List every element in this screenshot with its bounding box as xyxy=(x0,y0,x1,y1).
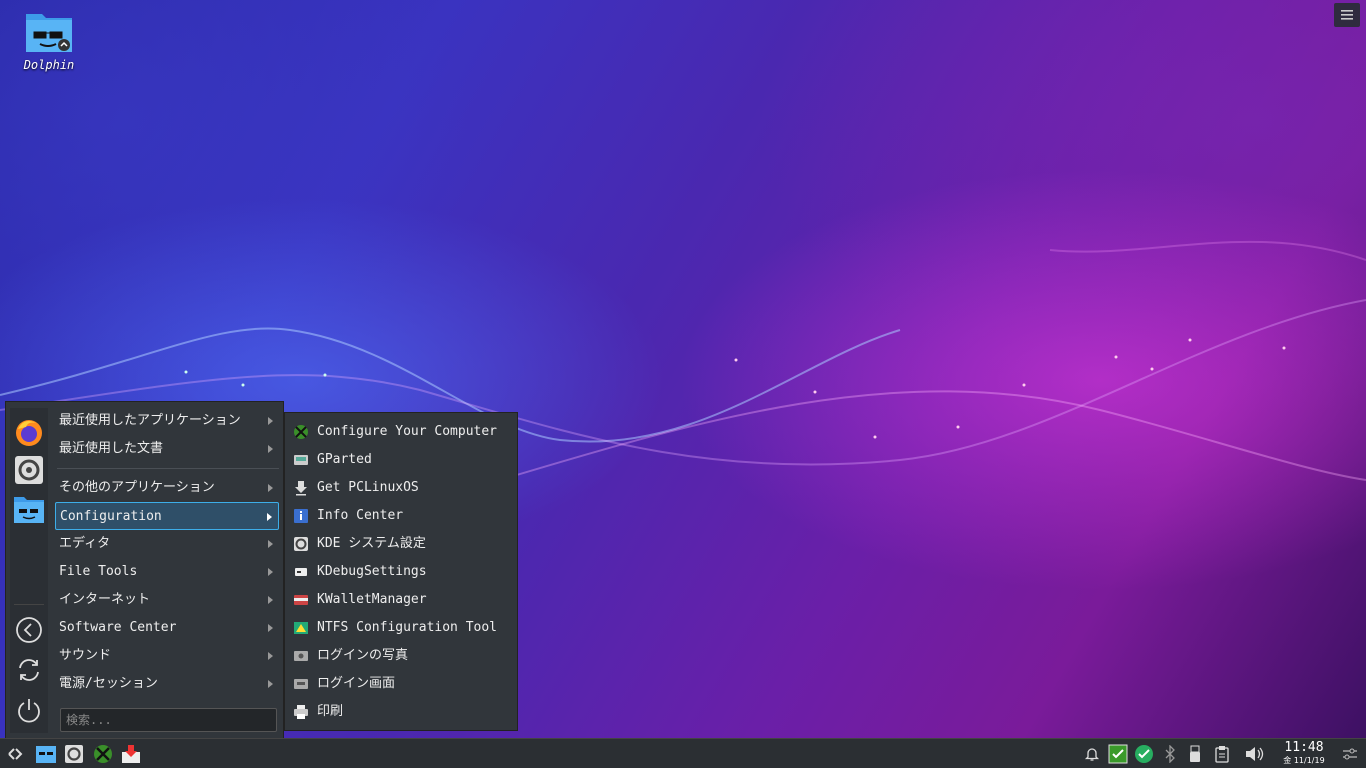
menu-item-print[interactable]: 印刷 xyxy=(285,698,517,726)
menu-item-login-photo[interactable]: ログインの写真 xyxy=(285,642,517,670)
menu-item-kde-system-settings[interactable]: KDE システム設定 xyxy=(285,530,517,558)
favorites-separator xyxy=(14,604,44,605)
category-editors[interactable]: エディタ xyxy=(55,530,279,558)
menu-item-login-screen[interactable]: ログイン画面 xyxy=(285,670,517,698)
menu-item-gparted[interactable]: GParted xyxy=(285,446,517,474)
chevron-right-icon xyxy=(268,624,273,632)
login-screen-icon xyxy=(293,676,309,692)
category-other-apps[interactable]: その他のアプリケーション xyxy=(55,474,279,502)
chevron-right-icon xyxy=(268,680,273,688)
download-installer-icon xyxy=(293,480,309,496)
refresh-icon xyxy=(19,659,39,681)
kdebug-icon xyxy=(293,564,309,580)
settings-gear-icon xyxy=(65,745,83,763)
desktop-icon-label: Dolphin xyxy=(23,58,75,72)
taskbar-configure-computer[interactable] xyxy=(92,743,114,765)
start-menu-icon xyxy=(8,748,23,760)
speaker-icon xyxy=(1246,747,1264,761)
removable-devices-button[interactable] xyxy=(1184,743,1206,765)
menu-item-ntfs-configuration-tool[interactable]: NTFS Configuration Tool xyxy=(285,614,517,642)
chevron-right-icon xyxy=(268,445,273,453)
menu-item-kwalletmanager[interactable]: KWalletManager xyxy=(285,586,517,614)
category-recent-docs[interactable]: 最近使用した文書 xyxy=(55,435,279,463)
notifications-button[interactable] xyxy=(1081,743,1103,765)
clipboard-button[interactable] xyxy=(1211,743,1233,765)
desktop-icon-dolphin[interactable]: Dolphin xyxy=(18,10,80,72)
panel-settings-button[interactable] xyxy=(1339,743,1361,765)
taskbar-dolphin[interactable] xyxy=(35,743,57,765)
configuration-submenu: Configure Your Computer GParted Get PCLi… xyxy=(284,412,518,731)
configure-computer-icon xyxy=(94,745,112,763)
chevron-right-icon xyxy=(268,540,273,548)
chevron-right-icon xyxy=(268,484,273,492)
application-launcher: 最近使用したアプリケーション 最近使用した文書 その他のアプリケーション Con… xyxy=(5,401,284,738)
chevron-right-icon xyxy=(268,568,273,576)
category-file-tools[interactable]: File Tools xyxy=(55,558,279,586)
hamburger-icon xyxy=(1341,10,1353,20)
launcher-button[interactable] xyxy=(4,743,26,765)
chevron-right-icon xyxy=(267,513,272,521)
update-status-button[interactable] xyxy=(1107,743,1129,765)
checkbox-check-icon xyxy=(1108,744,1128,764)
taskbar: 11:48 金 11/1/19 xyxy=(0,738,1366,768)
category-sound[interactable]: サウンド xyxy=(55,642,279,670)
desktop-toolbox-button[interactable] xyxy=(1334,3,1360,27)
clock-date: 金 11/1/19 xyxy=(1283,756,1325,765)
download-installer-icon xyxy=(122,745,140,763)
system-ok-button[interactable] xyxy=(1133,743,1155,765)
volume-button[interactable] xyxy=(1243,743,1265,765)
back-button[interactable] xyxy=(13,614,45,646)
category-internet[interactable]: インターネット xyxy=(55,586,279,614)
dolphin-icon xyxy=(14,497,44,523)
favorite-system-settings[interactable] xyxy=(13,454,45,486)
chevron-right-icon xyxy=(268,596,273,604)
menu-item-configure-your-computer[interactable]: Configure Your Computer xyxy=(285,418,517,446)
firefox-icon xyxy=(16,420,42,446)
printer-icon xyxy=(293,704,309,720)
clipboard-icon xyxy=(1215,746,1229,763)
gparted-icon xyxy=(293,452,309,468)
bluetooth-button[interactable] xyxy=(1159,743,1181,765)
favorite-firefox[interactable] xyxy=(13,416,45,448)
switch-user-button[interactable] xyxy=(13,654,45,686)
digital-clock[interactable]: 11:48 金 11/1/19 xyxy=(1278,740,1330,766)
settings-gear-icon xyxy=(15,456,43,484)
favorite-dolphin[interactable] xyxy=(13,494,45,526)
category-configuration[interactable]: Configuration xyxy=(55,502,279,530)
system-settings-icon xyxy=(293,536,309,552)
panel-config-icon xyxy=(1343,748,1357,760)
login-photo-icon xyxy=(293,648,309,664)
category-software-center[interactable]: Software Center xyxy=(55,614,279,642)
menu-item-get-pclinuxos[interactable]: Get PCLinuxOS xyxy=(285,474,517,502)
taskbar-system-settings[interactable] xyxy=(63,743,85,765)
check-circle-icon xyxy=(1135,745,1153,763)
bell-icon xyxy=(1084,748,1100,761)
favorites-column xyxy=(10,408,48,733)
bluetooth-icon xyxy=(1165,745,1175,763)
search-input[interactable] xyxy=(60,708,277,732)
ntfs-config-icon xyxy=(293,620,309,636)
usb-drive-icon xyxy=(1190,745,1200,762)
kwallet-icon xyxy=(293,592,309,608)
dolphin-icon xyxy=(36,746,56,763)
menu-item-info-center[interactable]: Info Center xyxy=(285,502,517,530)
power-icon xyxy=(18,699,40,723)
back-arrow-icon xyxy=(16,617,42,643)
clock-time: 11:48 xyxy=(1284,740,1324,755)
category-power-session[interactable]: 電源/セッション xyxy=(55,670,279,698)
category-recent-apps[interactable]: 最近使用したアプリケーション xyxy=(55,407,279,435)
info-center-icon xyxy=(293,508,309,524)
menu-item-kdebugsettings[interactable]: KDebugSettings xyxy=(285,558,517,586)
power-button[interactable] xyxy=(13,694,45,726)
category-separator xyxy=(57,468,279,469)
chevron-right-icon xyxy=(268,652,273,660)
taskbar-get-pclinuxos[interactable] xyxy=(120,743,142,765)
chevron-right-icon xyxy=(268,417,273,425)
configure-computer-icon xyxy=(293,424,309,440)
dolphin-icon xyxy=(24,10,74,54)
category-list: 最近使用したアプリケーション 最近使用した文書 その他のアプリケーション Con… xyxy=(55,407,279,698)
